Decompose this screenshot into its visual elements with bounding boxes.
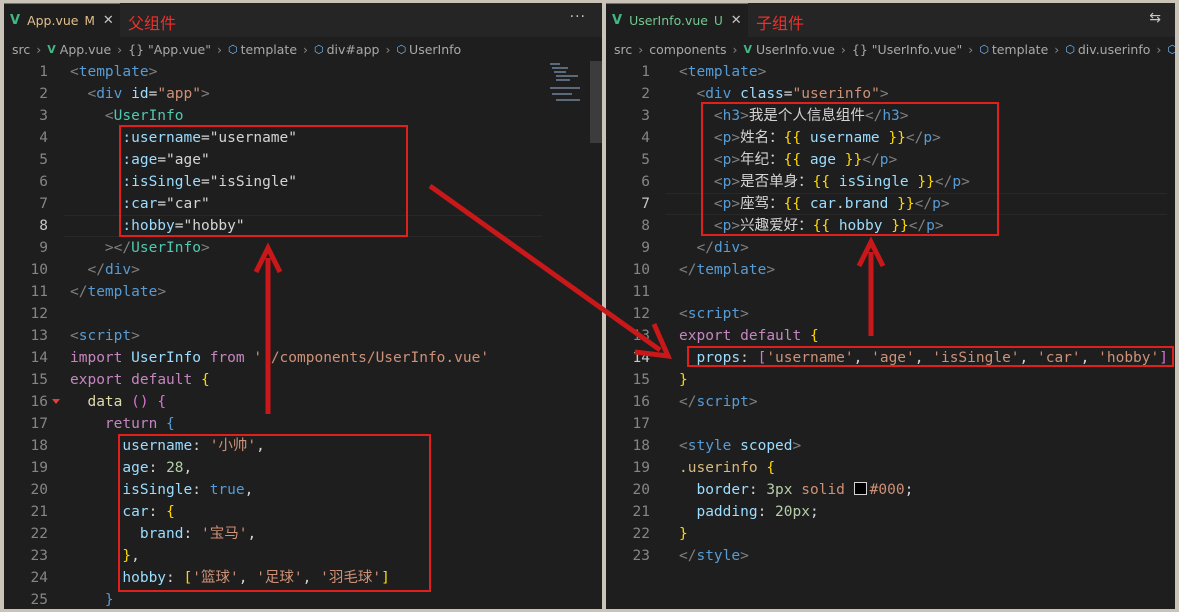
arrow-parent-to-child — [428, 183, 662, 353]
annotation-arrows — [253, 183, 886, 414]
arrowhead-right-down — [634, 322, 673, 360]
